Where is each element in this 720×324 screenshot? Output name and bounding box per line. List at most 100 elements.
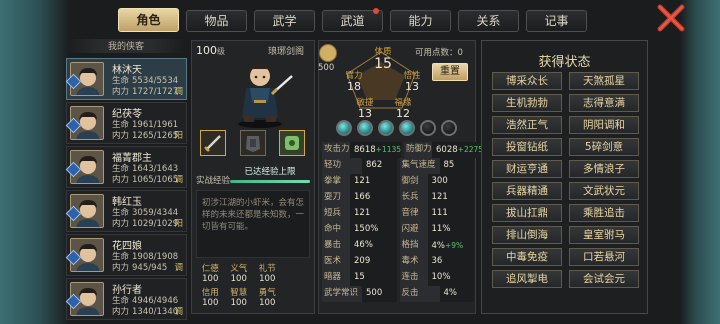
meridian-orb-icon[interactable] <box>336 120 352 136</box>
status-badge[interactable]: 志得意满 <box>569 94 639 112</box>
status-badge[interactable]: 投窗钻纸 <box>492 138 562 156</box>
stat-row: 攻击力 8618+1135 防御力 6028+2275 <box>322 142 484 158</box>
status-badge[interactable]: 乘胜追击 <box>569 204 639 222</box>
stat-label: 闪避 <box>399 222 428 238</box>
tab-relations[interactable]: 关系 <box>458 10 519 32</box>
party-list-title: 我的侠客 <box>66 39 186 53</box>
stat-row: 短兵 121 音律 111 <box>322 206 474 222</box>
tab-abilities[interactable]: 能力 <box>390 10 451 32</box>
status-badge[interactable]: 博采众长 <box>492 72 562 90</box>
experience-bar: 已达经验上限 <box>230 166 310 183</box>
stat-bonus: +1135 <box>375 145 402 154</box>
status-badge[interactable]: 皇室驸马 <box>569 226 639 244</box>
status-badge[interactable]: 文武状元 <box>569 182 639 200</box>
status-badge[interactable]: 财运亨通 <box>492 160 562 178</box>
party-member[interactable]: 韩红玉 生命 3059/4344 内力 1029/1029 阳 <box>65 190 187 232</box>
stat-value-wrap: 500 <box>362 286 382 302</box>
stat-value: 121 <box>354 208 371 218</box>
stat-label: 音律 <box>399 206 428 222</box>
tab-character[interactable]: 角色 <box>118 8 179 32</box>
reset-button[interactable]: 重置 <box>432 63 468 81</box>
meridian-orb-icon[interactable] <box>420 120 436 136</box>
attr-constitution: 体质 15 <box>365 45 401 72</box>
stat-value: 150% <box>354 224 379 234</box>
attr-fortune-value: 12 <box>396 107 410 120</box>
stat-value: 166 <box>354 192 371 202</box>
stat-value-wrap: 166 <box>350 190 370 206</box>
stat-value-wrap: 4%+9% <box>428 238 464 254</box>
stat-value: 15 <box>354 272 365 282</box>
stat-cell: 反击 4% <box>399 286 474 302</box>
party-member-tag: 阳 <box>174 219 183 229</box>
party-member[interactable]: 孙行者 生命 4946/4946 内力 1340/1340 调 <box>65 278 187 320</box>
status-badge[interactable]: 中毒免疫 <box>492 248 562 266</box>
stat-cell: 医术 209 <box>322 254 397 270</box>
attr-comprehension: 悟性 13 <box>394 69 430 92</box>
tab-martial-arts[interactable]: 武学 <box>254 10 315 32</box>
trait-spacer <box>282 262 311 284</box>
stat-cell: 闪避 11% <box>399 222 474 238</box>
stat-value-wrap: 15 <box>350 270 365 286</box>
free-points: 可用点数：0 <box>415 46 463 58</box>
mp-label: 内力 <box>112 175 130 185</box>
mp-value: 1727/1727 <box>132 87 179 97</box>
party-member-mp: 内力 1029/1029 <box>112 217 178 229</box>
status-badge[interactable]: 5碎剑意 <box>569 138 639 156</box>
party-member[interactable]: 纪茯苓 生命 1961/1961 内力 1265/1265 阳 <box>65 102 187 144</box>
status-badge[interactable]: 阴阳调和 <box>569 116 639 134</box>
equip-slot-weapon[interactable] <box>200 130 226 156</box>
jade-pendant-icon <box>285 136 299 150</box>
free-points-label: 可用点数： <box>415 48 458 58</box>
party-member[interactable]: 福菁郡主 生命 1643/1643 内力 1065/1065 调 <box>65 146 187 188</box>
mp-label: 内力 <box>112 87 130 97</box>
status-badge[interactable]: 排山倒海 <box>492 226 562 244</box>
stat-row: 医术 209 毒术 36 <box>322 254 474 270</box>
stat-value-wrap: 121 <box>350 174 370 190</box>
party-member-tag: 调 <box>174 263 183 273</box>
virtue-trait: 信用 100 <box>196 286 225 308</box>
party-member[interactable]: 花四娘 生命 1908/1908 内力 945/945 调 <box>65 234 187 276</box>
status-badge[interactable]: 拔山扛鼎 <box>492 204 562 222</box>
status-badge[interactable]: 生机勃勃 <box>492 94 562 112</box>
status-badge[interactable]: 浩然正气 <box>492 116 562 134</box>
status-badge[interactable]: 追风掣电 <box>492 270 562 288</box>
stat-label: 反击 <box>399 286 440 302</box>
party-list: 林沐天 生命 5534/5534 内力 1727/1727 调纪茯苓 生命 1961/1961… <box>65 58 187 322</box>
status-badge[interactable]: 多情浪子 <box>569 160 639 178</box>
party-member[interactable]: 林沐天 生命 5534/5534 内力 1727/1727 调 <box>65 58 187 100</box>
mp-value: 1265/1265 <box>132 131 179 141</box>
status-badge[interactable]: 口若悬河 <box>569 248 639 266</box>
stat-label: 拳掌 <box>322 174 350 190</box>
tab-journal[interactable]: 记事 <box>526 10 587 32</box>
trait-value: 100 <box>230 298 247 308</box>
close-icon[interactable] <box>656 4 686 32</box>
status-badge[interactable]: 天煞孤星 <box>569 72 639 90</box>
stat-label: 长兵 <box>399 190 428 206</box>
character-level: 100级 <box>196 44 225 57</box>
tab-items[interactable]: 物品 <box>186 10 247 32</box>
stat-cell: 命中 150% <box>322 222 397 238</box>
equip-slot-accessory[interactable] <box>279 130 305 156</box>
stat-value: 11% <box>431 224 451 234</box>
trait-label: 礼节 <box>258 264 276 274</box>
equip-slot-armor[interactable] <box>240 130 266 156</box>
status-badge[interactable]: 兵器精通 <box>492 182 562 200</box>
stat-label: 轻功 <box>322 158 362 174</box>
meridian-orb-icon[interactable] <box>441 120 457 136</box>
stat-bonus: +2275 <box>457 145 484 154</box>
meridian-orb-icon[interactable] <box>399 120 415 136</box>
mp-value: 1029/1029 <box>132 219 179 229</box>
stat-cell: 拳掌 121 <box>322 174 397 190</box>
stat-value-wrap: 10% <box>428 270 451 286</box>
meridian-orb-icon[interactable] <box>357 120 373 136</box>
party-member-tag: 阳 <box>174 131 183 141</box>
stat-label: 集气速度 <box>399 158 440 174</box>
status-badge[interactable]: 会试会元 <box>569 270 639 288</box>
trait-spacer <box>282 286 311 308</box>
stat-label: 武学常识 <box>322 286 362 302</box>
tab-martial-path[interactable]: 武道 <box>322 8 383 32</box>
trait-value: 100 <box>230 274 247 284</box>
party-member-tag: 调 <box>174 307 183 317</box>
meridian-orb-icon[interactable] <box>378 120 394 136</box>
stat-row: 命中 150% 闪避 11% <box>322 222 474 238</box>
